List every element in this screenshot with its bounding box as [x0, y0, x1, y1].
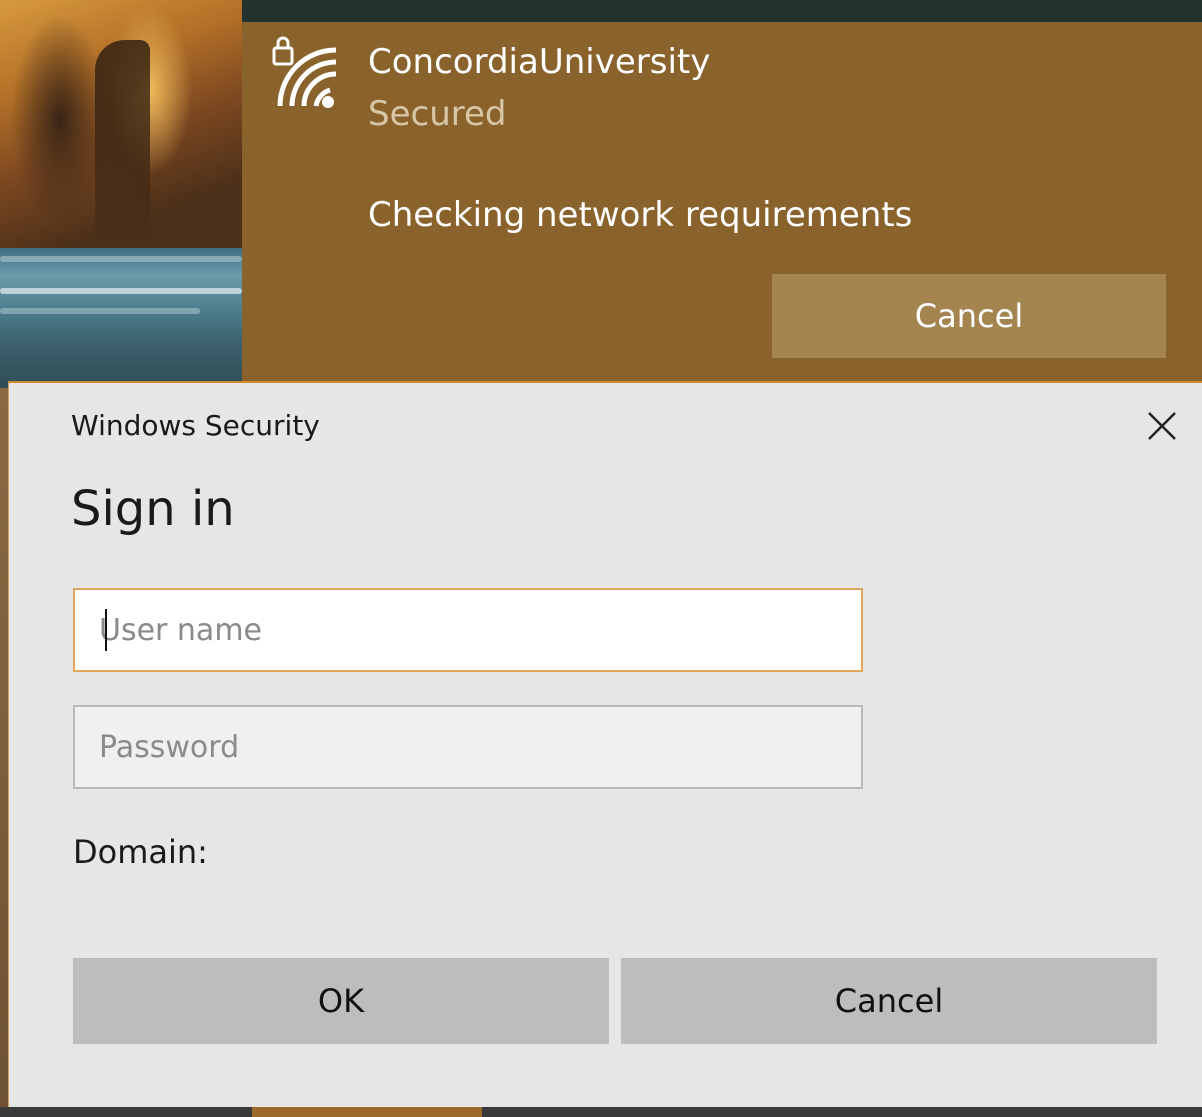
domain-label: Domain: — [73, 833, 208, 871]
secured-wifi-icon — [270, 34, 342, 110]
network-name: ConcordiaUniversity — [368, 42, 711, 82]
network-status-message: Checking network requirements — [368, 195, 913, 235]
wallpaper-wave — [0, 308, 200, 314]
flyout-cancel-button[interactable]: Cancel — [772, 274, 1166, 358]
wallpaper-rock-shadow — [95, 40, 150, 240]
text-cursor — [105, 609, 107, 651]
network-security-status: Secured — [368, 94, 507, 134]
close-button[interactable] — [1137, 403, 1187, 453]
wallpaper-wave — [0, 288, 242, 294]
username-input[interactable] — [73, 588, 863, 672]
taskbar-active-item — [252, 1107, 482, 1117]
taskbar-edge — [0, 1107, 1202, 1117]
screen: ConcordiaUniversity Secured Checking net… — [0, 0, 1202, 1117]
wallpaper-sea — [0, 248, 242, 388]
windows-security-dialog: Windows Security Sign in Domain: OK Canc… — [8, 381, 1202, 1107]
dialog-title: Windows Security — [71, 409, 320, 442]
close-icon — [1146, 410, 1178, 446]
flyout-top-bar — [242, 0, 1202, 22]
ok-button[interactable]: OK — [73, 958, 609, 1044]
wallpaper-wave — [0, 256, 242, 262]
sign-in-heading: Sign in — [71, 481, 235, 537]
cancel-button[interactable]: Cancel — [621, 958, 1157, 1044]
password-input[interactable] — [73, 705, 863, 789]
